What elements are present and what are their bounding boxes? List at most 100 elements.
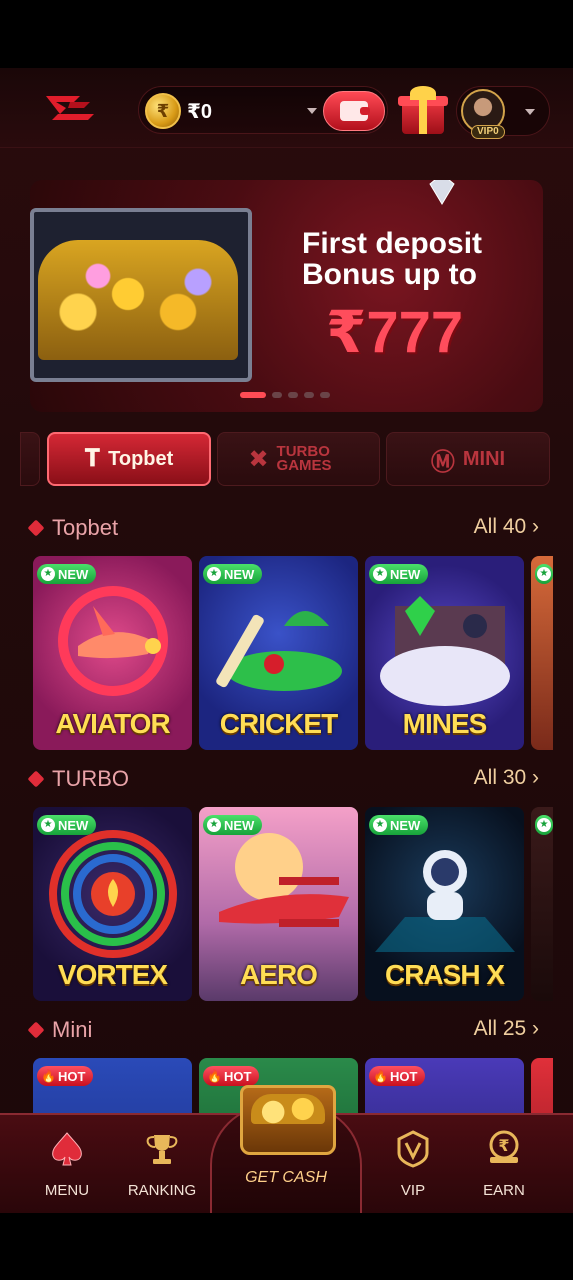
fire-icon: 🔥 — [373, 1069, 388, 1083]
game-card-partial[interactable]: ★ — [531, 807, 553, 1001]
game-card-mines[interactable]: ★ NEW MINES — [365, 556, 524, 750]
mini-icon: Ⓜ — [430, 448, 455, 476]
nav-ranking[interactable]: RANKING — [117, 1125, 207, 1205]
view-all-link[interactable]: All 25 › — [474, 1017, 539, 1041]
star-icon: ★ — [537, 818, 551, 832]
star-icon: ★ — [41, 567, 55, 581]
section-header-topbet: Topbet All 40 › — [27, 513, 543, 543]
spade-icon — [52, 1132, 82, 1166]
rupee-coin-icon: ₹ — [489, 1130, 519, 1163]
system-nav-area — [0, 1213, 573, 1280]
nav-label: RANKING — [127, 1182, 197, 1199]
nav-label: EARN — [483, 1182, 525, 1199]
nav-vip[interactable]: VIP — [368, 1125, 458, 1205]
tab-turbo-games[interactable]: ✖ TURBO GAMES — [217, 432, 380, 486]
badge-label: HOT — [390, 1068, 418, 1084]
view-all-label: All 30 — [473, 766, 527, 789]
carousel-dot[interactable] — [288, 392, 298, 398]
star-icon: ★ — [207, 818, 221, 832]
new-badge: ★ NEW — [203, 815, 263, 835]
game-card-crash-x[interactable]: ★ NEW CRASH X — [365, 807, 524, 1001]
star-icon: ★ — [373, 567, 387, 581]
airplane-image — [58, 586, 168, 696]
wallet-icon — [340, 101, 370, 121]
game-card-vortex[interactable]: ★ NEW VORTEX — [33, 807, 192, 1001]
game-name: MINES — [402, 708, 488, 739]
badge-label: NEW — [58, 817, 89, 833]
game-list-topbet: ★NEW AVIATOR ★NEW CRICKET ★NEW MINES — [33, 556, 573, 751]
chest-gold — [251, 1094, 325, 1124]
tab-label: Topbet — [108, 447, 174, 470]
view-all-label: All 40 — [473, 515, 527, 538]
gold-coins-image — [38, 240, 238, 360]
diamond-bullet-icon — [27, 519, 45, 537]
nav-menu[interactable]: MENU — [22, 1125, 112, 1205]
star-icon: ★ — [41, 818, 55, 832]
badge-label: HOT — [224, 1068, 252, 1084]
promo-banner[interactable]: First deposit Bonus up to ₹777 — [30, 180, 543, 412]
gift-bow — [410, 86, 436, 100]
chevron-down-icon[interactable] — [525, 109, 535, 115]
mines-image — [380, 596, 510, 706]
view-all-link[interactable]: All 40 › — [474, 515, 539, 539]
game-card-aviator[interactable]: ★ NEW AVIATOR — [33, 556, 192, 750]
banner-amount: ₹777 — [326, 300, 464, 365]
section-title: Topbet — [52, 515, 119, 540]
section-header-mini: Mini All 25 › — [27, 1015, 543, 1045]
game-name: VORTEX — [57, 959, 168, 990]
nav-label: GET CASH — [245, 1169, 327, 1186]
game-list-turbo: ★ NEW VORTEX ★ NEW AERO ★ NEW CRASH X ★ — [33, 807, 573, 1002]
deposit-button[interactable] — [323, 91, 385, 131]
app-logo[interactable] — [40, 92, 100, 124]
status-bar-area — [0, 0, 573, 68]
nav-label: VIP — [400, 1182, 426, 1199]
profile-menu[interactable]: VIP0 — [456, 86, 550, 139]
diamond-bullet-icon — [27, 1021, 45, 1039]
nav-earn[interactable]: ₹ EARN — [459, 1125, 549, 1205]
game-card-cricket[interactable]: ★ NEW CRICKET — [199, 556, 358, 750]
badge-label: NEW — [58, 566, 89, 582]
diamond-icon — [429, 180, 455, 205]
badge-label: NEW — [390, 817, 421, 833]
fire-icon: 🔥 — [41, 1069, 56, 1083]
topbet-icon: 𝐓 — [84, 445, 101, 472]
category-tabs: 𝐓 Topbet ✖ TURBO GAMES Ⓜ MINI — [0, 430, 573, 488]
view-all-link[interactable]: All 30 › — [474, 766, 539, 790]
trophy-icon — [146, 1135, 178, 1164]
vip-badge-icon — [397, 1130, 429, 1168]
vortex-wheel-image — [49, 830, 177, 958]
diamond-bullet-icon — [27, 770, 45, 788]
fire-icon: 🔥 — [207, 1069, 222, 1083]
game-card-partial[interactable]: ★ — [531, 556, 553, 750]
new-badge: ★ — [535, 564, 553, 584]
bottom-navigation: MENU RANKING GET CASH VIP ₹ EARN — [0, 1085, 573, 1213]
gift-button[interactable] — [398, 86, 448, 136]
tab-label: MINI — [462, 447, 506, 470]
svg-text:₹: ₹ — [498, 1136, 509, 1155]
rupee-coin-icon: ₹ — [145, 93, 181, 129]
new-badge: ★ NEW — [37, 815, 97, 835]
section-title: TURBO — [52, 766, 129, 791]
badge-label: HOT — [58, 1068, 86, 1084]
tab-previous[interactable] — [20, 432, 40, 486]
treasure-chest-icon — [240, 1085, 336, 1155]
game-name: CRICKET — [219, 708, 338, 739]
game-card-aero[interactable]: ★ NEW AERO — [199, 807, 358, 1001]
tab-mini[interactable]: Ⓜ MINI — [386, 432, 550, 486]
carousel-dot[interactable] — [320, 392, 330, 398]
new-badge: ★ NEW — [369, 815, 429, 835]
view-all-label: All 25 — [473, 1017, 527, 1040]
wallet-balance[interactable]: ₹ ₹0 — [138, 86, 388, 134]
chevron-down-icon[interactable] — [307, 108, 317, 114]
astronaut-image — [375, 850, 515, 952]
x-icon: ✖ — [248, 445, 269, 473]
balance-amount: ₹0 — [187, 101, 213, 123]
star-icon: ★ — [373, 818, 387, 832]
carousel-dot[interactable] — [272, 392, 282, 398]
carousel-dot[interactable] — [240, 392, 266, 398]
hot-badge: 🔥 HOT — [369, 1066, 426, 1086]
nav-get-cash[interactable]: GET CASH — [210, 1085, 362, 1213]
tab-topbet[interactable]: 𝐓 Topbet — [47, 432, 211, 486]
app-screen: ₹ ₹0 VIP0 First deposit Bonus up to ₹777 — [0, 68, 573, 1213]
carousel-dot[interactable] — [304, 392, 314, 398]
